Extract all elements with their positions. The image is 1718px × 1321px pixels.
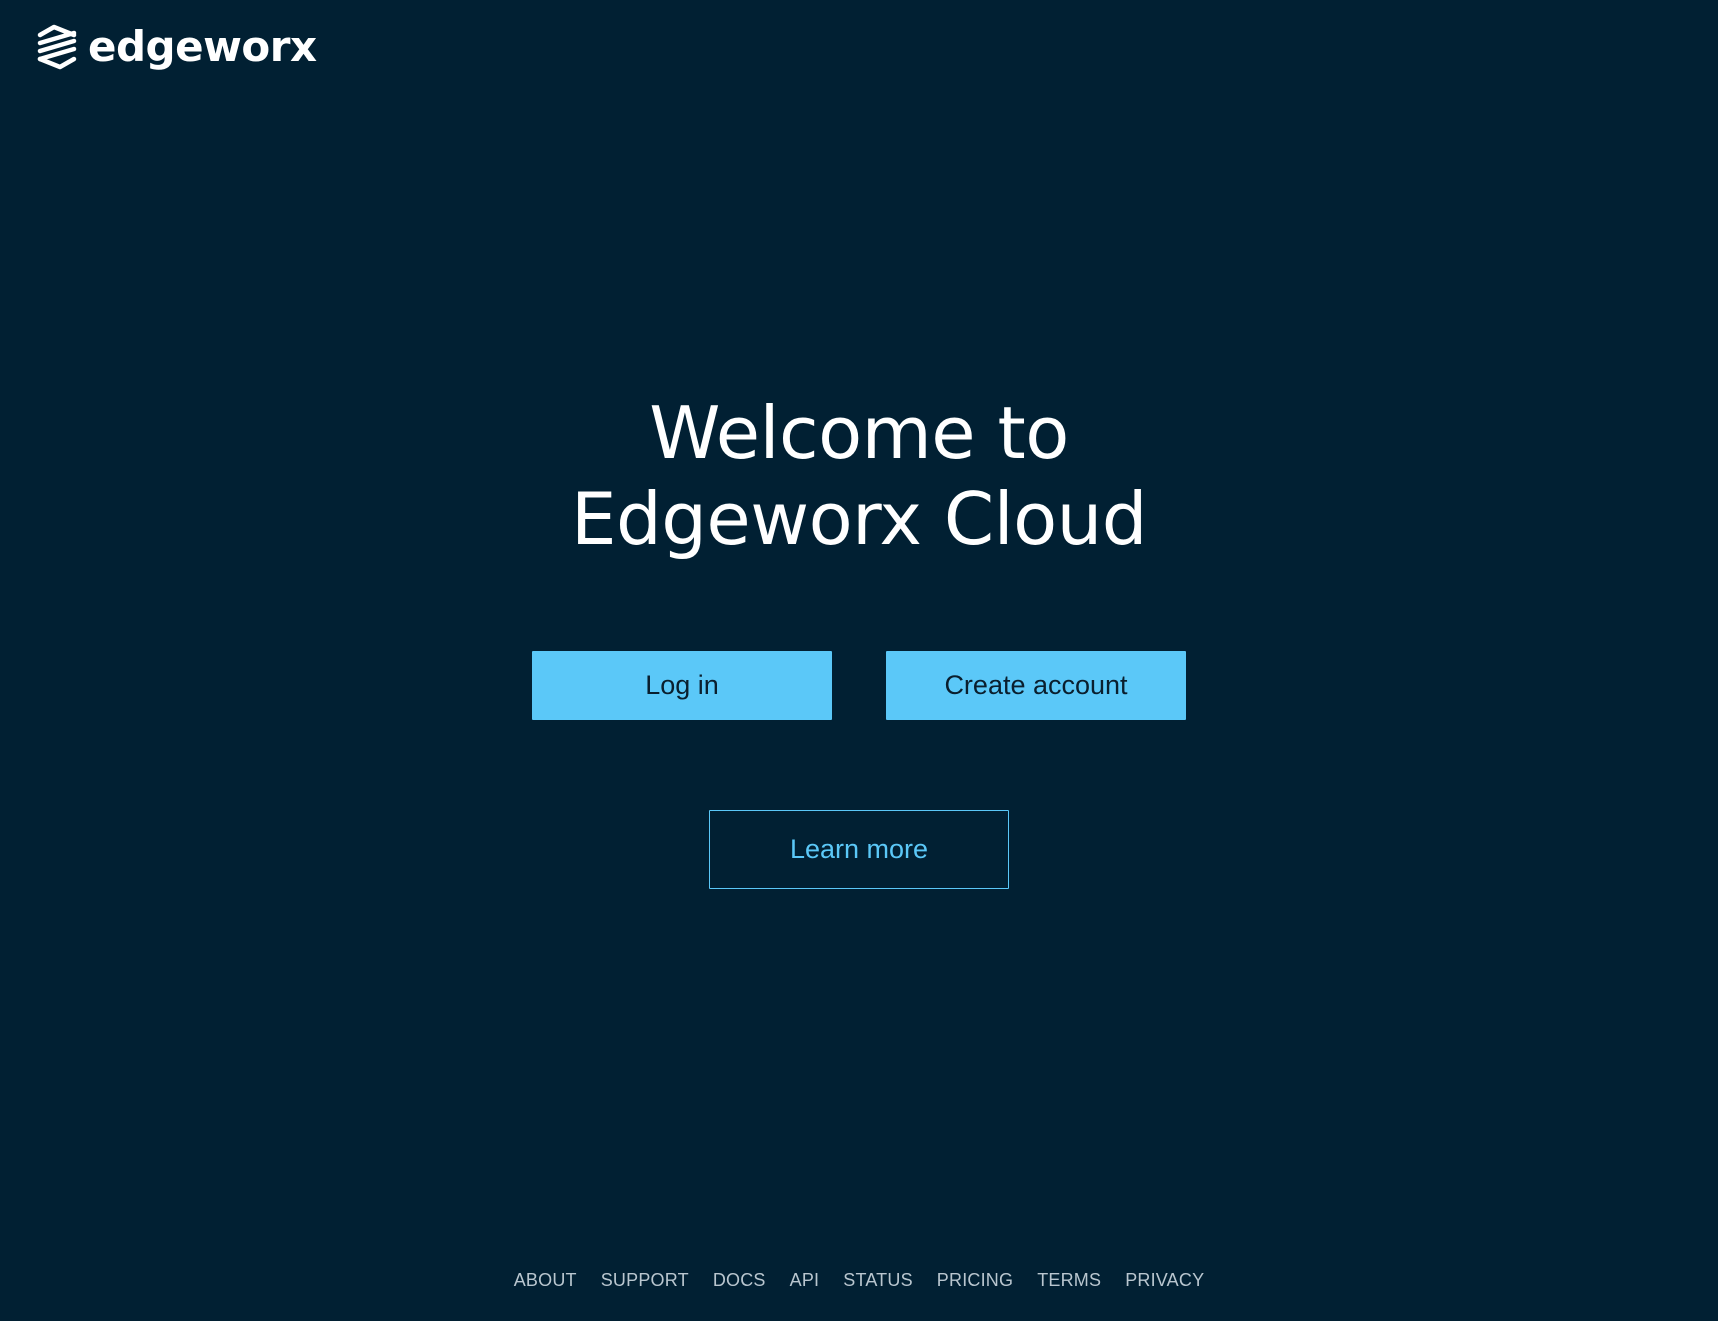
footer-link-terms[interactable]: TERMS	[1037, 1270, 1101, 1291]
site-header: edgeworx	[36, 22, 317, 72]
footer-link-support[interactable]: SUPPORT	[601, 1270, 689, 1291]
title-line-2: Edgeworx Cloud	[571, 477, 1147, 561]
primary-actions: Log in Create account	[532, 651, 1186, 720]
footer-link-pricing[interactable]: PRICING	[937, 1270, 1013, 1291]
footer-nav: ABOUT SUPPORT DOCS API STATUS PRICING TE…	[0, 1270, 1718, 1291]
footer-link-about[interactable]: ABOUT	[514, 1270, 577, 1291]
page-title: Welcome to Edgeworx Cloud	[0, 390, 1718, 562]
learn-more-button[interactable]: Learn more	[709, 810, 1009, 889]
create-account-button[interactable]: Create account	[886, 651, 1186, 720]
footer-link-status[interactable]: STATUS	[843, 1270, 913, 1291]
footer-link-docs[interactable]: DOCS	[713, 1270, 766, 1291]
brand-wordmark[interactable]: edgeworx	[88, 23, 317, 71]
edgeworx-logo-icon	[37, 24, 77, 70]
landing-page: edgeworx Welcome to Edgeworx Cloud Log i…	[0, 0, 1718, 1321]
title-line-1: Welcome to	[649, 391, 1069, 475]
hero-section: Welcome to Edgeworx Cloud	[0, 390, 1718, 562]
login-button[interactable]: Log in	[532, 651, 832, 720]
footer-link-api[interactable]: API	[790, 1270, 820, 1291]
footer-link-privacy[interactable]: PRIVACY	[1125, 1270, 1204, 1291]
